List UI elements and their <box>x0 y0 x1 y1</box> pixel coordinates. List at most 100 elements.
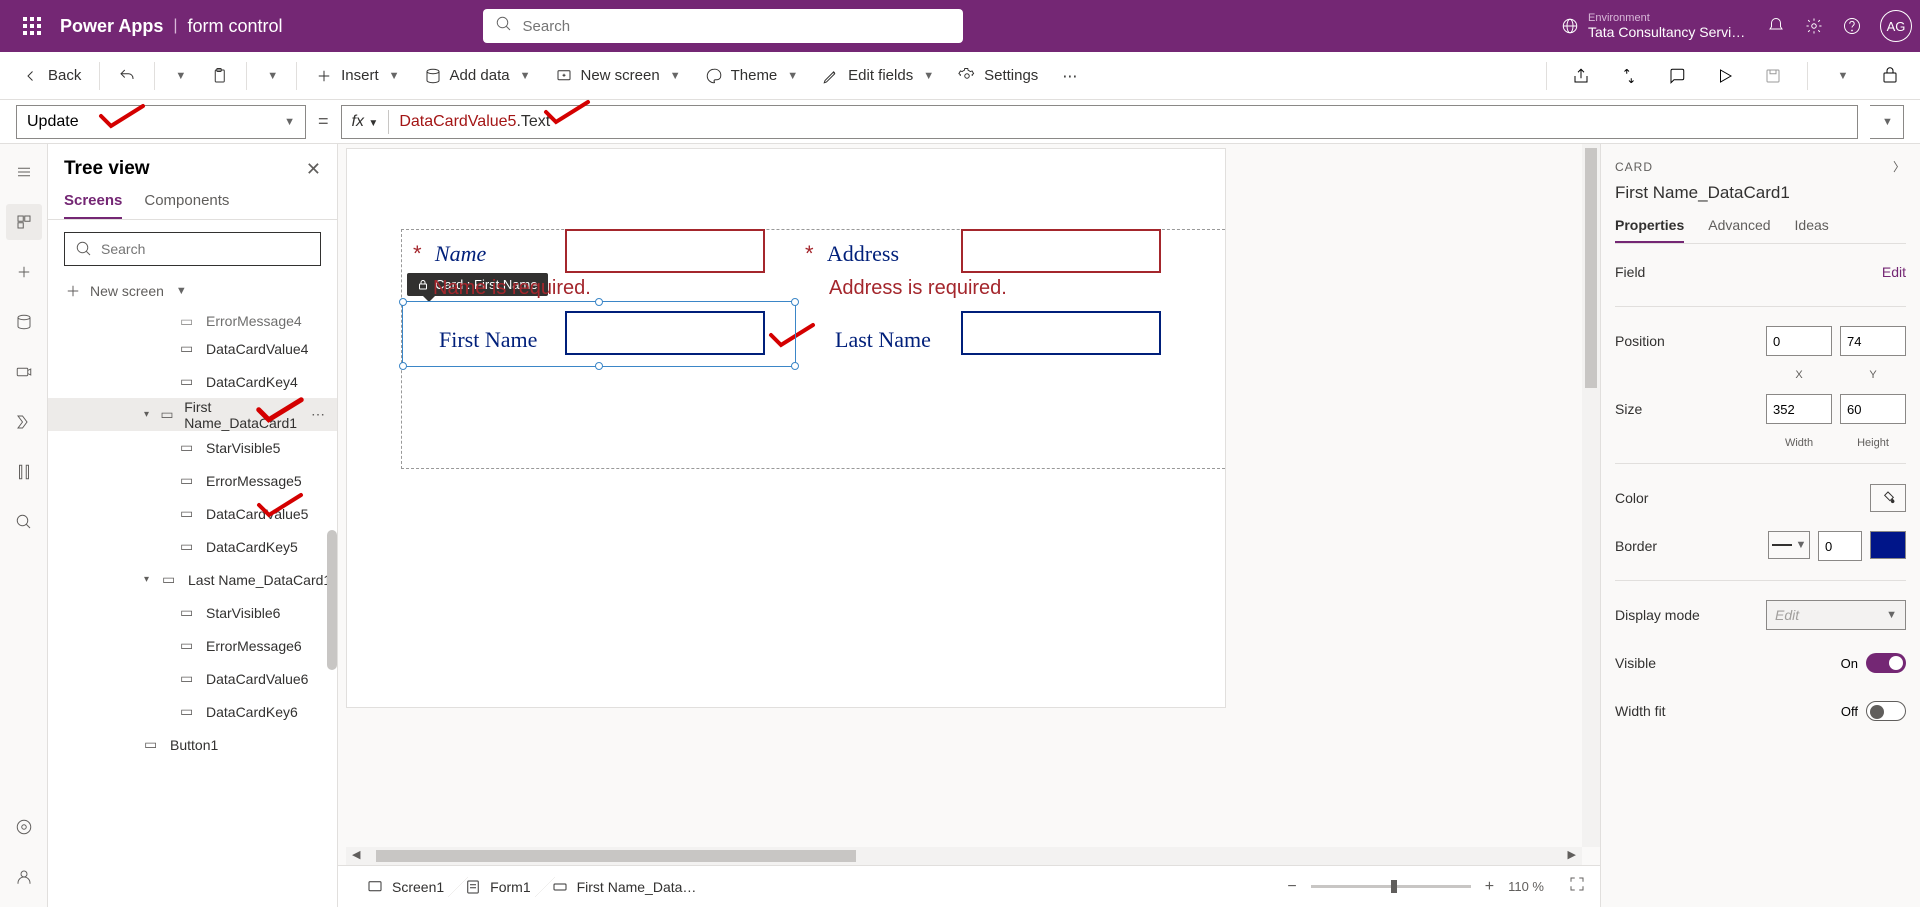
first-name-label: First Name <box>439 327 537 352</box>
back-button[interactable]: Back <box>12 61 91 91</box>
prop-field-edit[interactable]: Edit <box>1882 264 1906 280</box>
formula-expand[interactable]: ▼ <box>1870 105 1904 139</box>
tree-item-more[interactable]: ⋯ <box>311 406 327 423</box>
tree-item-starvisible5[interactable]: ▭StarVisible5 <box>48 431 337 464</box>
prop-border-color[interactable] <box>1870 531 1906 559</box>
last-name-input[interactable] <box>961 311 1161 355</box>
tree-search-input[interactable] <box>101 241 310 257</box>
tree-close[interactable]: ✕ <box>306 159 321 180</box>
breadcrumb-datacard[interactable]: First Name_Data… <box>537 872 711 902</box>
title-separator: | <box>173 17 177 35</box>
app-checker-icon[interactable] <box>1611 58 1647 94</box>
canvas[interactable]: Card : First Name * Name Name is require… <box>346 148 1226 708</box>
add-data-button[interactable]: Add data▼ <box>414 61 541 91</box>
new-screen-button[interactable]: New screen▼ <box>545 61 691 91</box>
environment-picker[interactable]: Environment Tata Consultancy Servic… <box>1560 12 1748 40</box>
tree-item-starvisible6[interactable]: ▭StarVisible6 <box>48 596 337 629</box>
control-name[interactable]: First Name_DataCard1 <box>1615 183 1906 203</box>
undo-split-chevron[interactable]: ▼ <box>163 64 196 88</box>
tab-screens[interactable]: Screens <box>64 192 122 219</box>
theme-button[interactable]: Theme▼ <box>695 61 809 91</box>
prop-border-width[interactable] <box>1818 531 1862 561</box>
publish-icon[interactable] <box>1872 58 1908 94</box>
rail-tools[interactable] <box>6 454 42 490</box>
tree-item-first-name-datacard1[interactable]: ▾▭First Name_DataCard1⋯ <box>48 398 337 431</box>
tree-search[interactable] <box>64 232 321 266</box>
zoom-in[interactable]: + <box>1485 878 1494 896</box>
rail-media[interactable] <box>6 354 42 390</box>
formula-text: DataCardValue5.Text <box>399 113 550 131</box>
tree-item-errormessage4[interactable]: ▭ErrorMessage4 <box>48 310 337 332</box>
prop-x-input[interactable] <box>1766 326 1832 356</box>
global-search[interactable] <box>483 9 963 43</box>
zoom-out[interactable]: − <box>1287 878 1296 896</box>
first-name-input[interactable] <box>565 311 765 355</box>
tree-item-datacardkey6[interactable]: ▭DataCardKey6 <box>48 695 337 728</box>
name-input[interactable] <box>565 229 765 273</box>
rail-virtual-agent[interactable] <box>6 859 42 895</box>
tree-item-datacardvalue4[interactable]: ▭DataCardValue4 <box>48 332 337 365</box>
rail-hamburger[interactable] <box>6 154 42 190</box>
tab-components[interactable]: Components <box>144 192 229 219</box>
settings-button[interactable]: Settings <box>948 61 1048 91</box>
zoom-slider[interactable] <box>1311 885 1471 888</box>
undo-button[interactable] <box>108 61 146 91</box>
prop-y-input[interactable] <box>1840 326 1906 356</box>
insert-button[interactable]: Insert▼ <box>305 61 409 91</box>
zoom-fit[interactable] <box>1568 875 1586 898</box>
rail-insert[interactable] <box>6 254 42 290</box>
prop-field-label: Field <box>1615 264 1645 280</box>
prop-height-input[interactable] <box>1840 394 1906 424</box>
notifications-icon[interactable] <box>1766 16 1786 36</box>
canvas-horizontal-scrollbar[interactable]: ◀ ▶ <box>346 847 1582 865</box>
rail-data[interactable] <box>6 304 42 340</box>
breadcrumb-form1[interactable]: Form1 <box>450 872 544 902</box>
prop-width-input[interactable] <box>1766 394 1832 424</box>
rail-flows[interactable] <box>6 404 42 440</box>
properties-expand-chevron[interactable]: 〉 <box>1893 158 1906 175</box>
prop-border-style[interactable]: ▼ <box>1768 531 1810 559</box>
user-avatar[interactable]: AG <box>1880 10 1912 42</box>
prop-visible-toggle[interactable] <box>1866 653 1906 673</box>
tree-item-button1[interactable]: ▭Button1 <box>48 728 337 761</box>
rail-search[interactable] <box>6 504 42 540</box>
share-icon[interactable] <box>1563 58 1599 94</box>
prop-width-fit-toggle[interactable] <box>1866 701 1906 721</box>
tree-list[interactable]: ▭ErrorMessage4 ▭DataCardValue4 ▭DataCard… <box>48 310 337 907</box>
tree-item-datacardvalue6[interactable]: ▭DataCardValue6 <box>48 662 337 695</box>
tree-scrollbar[interactable] <box>327 530 337 670</box>
paste-button[interactable] <box>200 61 238 91</box>
props-tab-advanced[interactable]: Advanced <box>1708 217 1770 243</box>
tree-new-screen[interactable]: New screen ▼ <box>48 278 337 310</box>
tree-item-datacardkey5[interactable]: ▭DataCardKey5 <box>48 530 337 563</box>
formula-input[interactable]: fx ▼ DataCardValue5.Text <box>341 105 1858 139</box>
tree-item-datacardvalue5[interactable]: ▭DataCardValue5 <box>48 497 337 530</box>
preview-icon[interactable] <box>1707 58 1743 94</box>
props-tab-ideas[interactable]: Ideas <box>1795 217 1829 243</box>
prop-color-picker[interactable] <box>1870 484 1906 512</box>
paste-split-chevron[interactable]: ▼ <box>255 64 288 88</box>
file-name[interactable]: form control <box>188 16 283 37</box>
save-icon[interactable] <box>1755 58 1791 94</box>
prop-display-mode-select[interactable]: Edit▼ <box>1766 600 1906 630</box>
tree-item-last-name-datacard1[interactable]: ▾▭Last Name_DataCard1 <box>48 563 337 596</box>
global-search-input[interactable] <box>523 18 951 35</box>
settings-gear-icon[interactable] <box>1804 16 1824 36</box>
help-icon[interactable] <box>1842 16 1862 36</box>
zoom-percent: 110 % <box>1508 879 1544 894</box>
property-selector[interactable]: Update ▼ <box>16 105 306 139</box>
rail-tree-view[interactable] <box>6 204 42 240</box>
tree-item-errormessage6[interactable]: ▭ErrorMessage6 <box>48 629 337 662</box>
comments-icon[interactable] <box>1659 58 1695 94</box>
edit-fields-button[interactable]: Edit fields▼ <box>812 61 944 91</box>
tree-item-datacardkey4[interactable]: ▭DataCardKey4 <box>48 365 337 398</box>
props-tab-properties[interactable]: Properties <box>1615 217 1684 243</box>
rail-settings[interactable] <box>6 809 42 845</box>
canvas-vertical-scrollbar[interactable] <box>1582 144 1600 847</box>
app-launcher-waffle[interactable] <box>8 2 56 50</box>
address-input[interactable] <box>961 229 1161 273</box>
more-commands[interactable]: ⋯ <box>1052 61 1087 91</box>
tree-item-errormessage5[interactable]: ▭ErrorMessage5 <box>48 464 337 497</box>
save-split-chevron[interactable]: ▼ <box>1824 58 1860 94</box>
breadcrumb-screen1[interactable]: Screen1 <box>352 872 458 902</box>
